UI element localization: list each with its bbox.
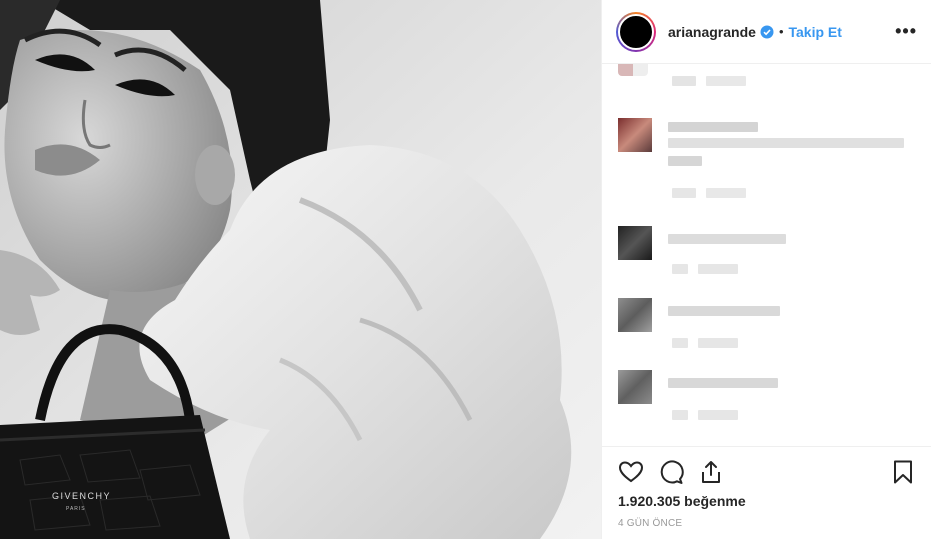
verified-badge-icon xyxy=(760,25,774,38)
comment-avatar xyxy=(618,370,652,404)
comment-avatar xyxy=(618,226,652,260)
follow-button[interactable]: Takip Et xyxy=(789,24,842,40)
post-footer: 1.920.305 beğenme 4 GÜN ÖNCE xyxy=(602,446,931,539)
separator-dot: • xyxy=(778,24,784,39)
post-header: arianagrande • Takip Et ••• xyxy=(602,0,931,64)
comment-avatar xyxy=(618,64,648,76)
brand-sub: PARIS xyxy=(66,506,86,512)
post-photo[interactable]: GIVENCHY PARIS xyxy=(0,0,601,539)
comment-avatar xyxy=(618,118,652,152)
comment-icon[interactable] xyxy=(658,459,684,485)
action-bar xyxy=(618,459,916,487)
likes-count[interactable]: 1.920.305 beğenme xyxy=(618,493,746,509)
avatar[interactable] xyxy=(616,11,656,52)
avatar-image xyxy=(618,13,654,50)
photo-illustration: GIVENCHY PARIS xyxy=(0,0,601,539)
heart-icon[interactable] xyxy=(618,459,644,485)
instagram-post: GIVENCHY PARIS arianagrande • Takip Et •… xyxy=(0,0,931,539)
username-link[interactable]: arianagrande xyxy=(668,24,756,40)
more-options-icon[interactable]: ••• xyxy=(895,21,917,42)
share-icon[interactable] xyxy=(698,459,724,485)
comment-avatar xyxy=(618,298,652,332)
post-side-panel: arianagrande • Takip Et ••• 1.920.305 be… xyxy=(601,0,931,539)
brand-mark: GIVENCHY xyxy=(52,491,111,501)
comments-list[interactable] xyxy=(602,64,931,446)
post-timestamp[interactable]: 4 GÜN ÖNCE xyxy=(618,518,682,529)
bookmark-icon[interactable] xyxy=(890,459,916,485)
